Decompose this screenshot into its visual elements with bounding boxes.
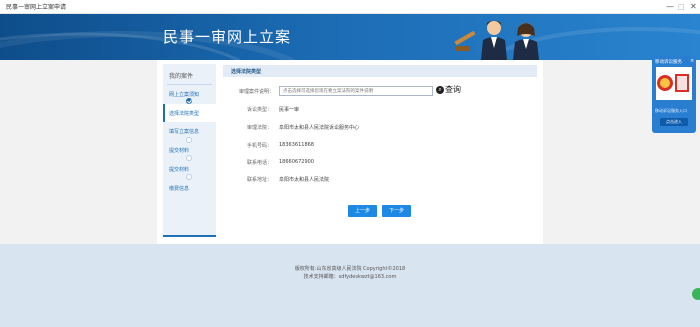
- phone-label: 联系电话：: [246, 160, 272, 166]
- case-description-label: 审理案件说明：: [238, 89, 274, 95]
- sidebar-step-case-info[interactable]: 填写立案信息: [169, 128, 199, 135]
- support-email-text: 技术支持邮箱：sdfydeskwzt@163.com: [303, 274, 397, 280]
- sidebar-step-payment[interactable]: 缴费信息: [169, 185, 189, 192]
- panel-enter-button[interactable]: 点击进入: [660, 118, 688, 126]
- window-titlebar: 民事一审网上立案申请 — ⬚ ✕: [0, 0, 700, 14]
- panel-title: 移动诉讼服务: [655, 60, 682, 65]
- address-value: 阜阳市太和县人民法院: [279, 177, 330, 183]
- maximize-icon[interactable]: ⬚: [678, 1, 685, 13]
- lawsuit-type-label: 诉讼类型：: [246, 107, 272, 113]
- judges-illustration: [454, 20, 539, 60]
- step-done-check-icon: [186, 98, 192, 104]
- court-value: 阜阳市太和县人民法院诉讼服务中心: [279, 125, 360, 131]
- court-emblem-image: [656, 67, 692, 100]
- search-icon: ⌕: [436, 85, 444, 94]
- page-footer: 版权所有:山东省高级人民法院 Copyright©2018 技术支持邮箱：sdf…: [0, 244, 700, 327]
- sidebar-divider: [167, 84, 212, 85]
- phone-value: 18660672900: [279, 159, 314, 165]
- mobile-label: 手机号码：: [246, 143, 272, 149]
- window-title: 民事一审网上立案申请: [6, 4, 67, 11]
- prev-step-button[interactable]: 上一步: [348, 205, 377, 217]
- site-banner: 民事一审网上立案: [0, 14, 700, 60]
- section-header: 选择法院类型: [223, 65, 537, 77]
- sidebar-step-notice[interactable]: 网上立案须知: [169, 91, 199, 98]
- sidebar-step-materials[interactable]: 提交材料: [169, 147, 189, 154]
- step-dot-icon: [186, 174, 192, 180]
- query-label: 查询: [445, 85, 461, 94]
- address-label: 联系地址：: [246, 177, 272, 183]
- next-step-button[interactable]: 下一步: [382, 205, 411, 217]
- lawsuit-type-value: 民事一审: [279, 107, 300, 113]
- copyright-text: 版权所有:山东省高级人民法院 Copyright©2018: [294, 266, 406, 272]
- sidebar-step-court-type[interactable]: 选择法院类型: [169, 110, 199, 117]
- query-button[interactable]: ⌕ 查询: [436, 84, 461, 96]
- minimize-icon[interactable]: —: [666, 1, 674, 13]
- banner-decoration: [0, 27, 700, 60]
- case-description-input[interactable]: [279, 86, 433, 96]
- panel-subtitle: 移动诉讼服务入口: [655, 108, 687, 113]
- panel-close-icon[interactable]: ×: [690, 58, 694, 64]
- chat-bubble-icon[interactable]: [692, 288, 700, 300]
- step-dot-icon: [186, 155, 192, 161]
- sidebar-step-materials-2[interactable]: 提交材料: [169, 166, 189, 173]
- court-label: 审理法院：: [246, 125, 272, 131]
- section-title: 选择法院类型: [231, 69, 262, 75]
- sidebar-heading: 我的案件: [169, 73, 194, 80]
- close-icon[interactable]: ✕: [690, 1, 697, 13]
- mobile-value: 18363611868: [279, 142, 314, 148]
- step-dot-icon: [186, 137, 192, 143]
- site-title: 民事一审网上立案: [163, 28, 292, 46]
- mobile-service-panel[interactable]: 移动诉讼服务 × 移动诉讼服务入口 点击进入: [652, 56, 696, 133]
